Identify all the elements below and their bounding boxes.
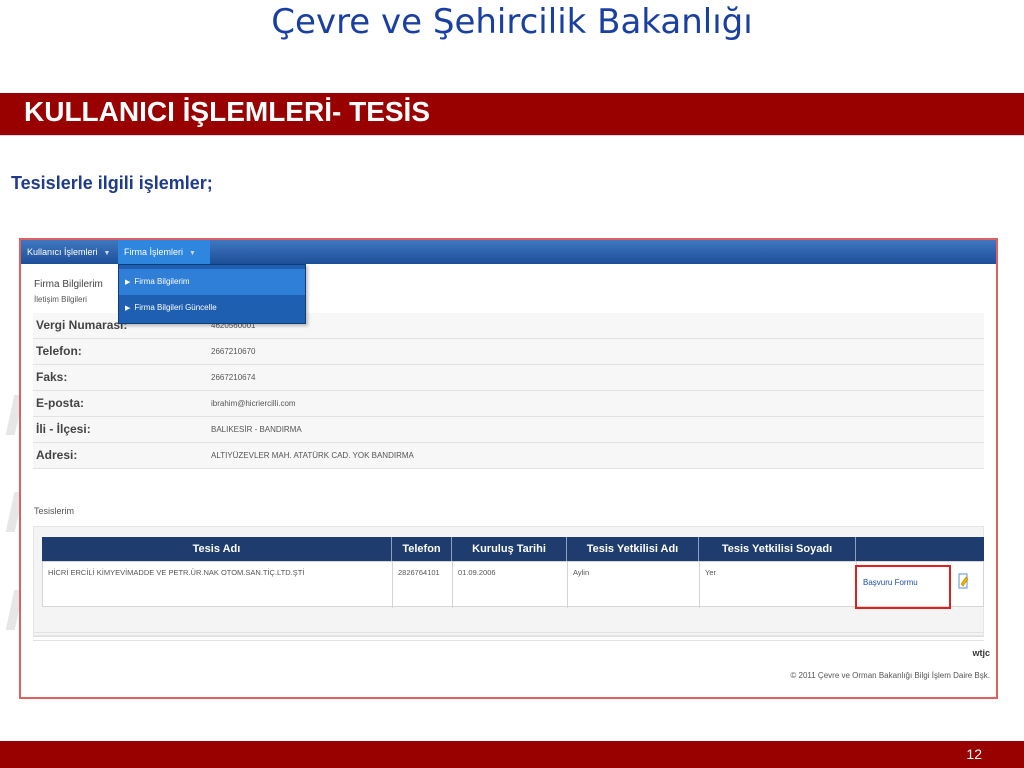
column-header: Telefon bbox=[392, 537, 452, 561]
divider bbox=[0, 135, 1024, 136]
info-row-province: İli - İlçesi: BALIKESİR - BANDIRMA bbox=[33, 417, 984, 443]
menu-item-label: Firma Bilgileri Güncelle bbox=[134, 303, 217, 312]
bottom-band: 12 bbox=[0, 741, 1024, 768]
nav-menu-kullanici[interactable]: Kullanıcı İşlemleri ▼ bbox=[21, 240, 118, 264]
info-value: 2667210670 bbox=[211, 347, 256, 356]
cell-phone: 2826764101 bbox=[393, 562, 453, 608]
info-label: İli - İlçesi: bbox=[36, 422, 91, 436]
info-row-phone: Telefon: 2667210670 bbox=[33, 339, 984, 365]
info-row-email: E-posta: ibrahim@hicriercilli.com bbox=[33, 391, 984, 417]
column-header: Tesis Yetkilisi Soyadı bbox=[699, 537, 856, 561]
triangle-right-icon: ▶ bbox=[125, 279, 131, 286]
column-header: Kuruluş Tarihi bbox=[452, 537, 567, 561]
contact-subheading: İletişim Bilgileri bbox=[34, 295, 87, 304]
footer-brand: wtjc bbox=[972, 648, 990, 658]
info-label: Vergi Numarası: bbox=[36, 318, 128, 332]
column-header: Tesis Yetkilisi Adı bbox=[567, 537, 699, 561]
cell-contact-last: Yer bbox=[700, 562, 857, 608]
section-title: KULLANICI İŞLEMLERİ- TESİS bbox=[24, 96, 430, 127]
footer-copyright: © 2011 Çevre ve Orman Bakanlığı Bilgi İş… bbox=[790, 671, 990, 680]
menu-item-label: Firma Bilgilerim bbox=[134, 277, 190, 286]
triangle-right-icon: ▶ bbox=[125, 305, 131, 312]
form-edit-icon[interactable] bbox=[956, 572, 970, 590]
table-header: Tesis Adı Telefon Kuruluş Tarihi Tesis Y… bbox=[42, 537, 984, 561]
cell-contact-first: Aylin bbox=[568, 562, 700, 608]
info-label: E-posta: bbox=[36, 396, 84, 410]
firma-dropdown-menu: ▶ Firma Bilgilerim ▶ Firma Bilgileri Günce… bbox=[118, 264, 306, 324]
cell-facility-name: HİCRİ ERCİLİ KİMYEVİMADDE VE PETR.ÜR.NAK… bbox=[43, 562, 393, 608]
section-band: KULLANICI İŞLEMLERİ- TESİS bbox=[0, 93, 1024, 135]
table-row: HİCRİ ERCİLİ KİMYEVİMADDE VE PETR.ÜR.NAK… bbox=[42, 561, 984, 609]
menu-item-firma-guncelle[interactable]: ▶ Firma Bilgileri Güncelle bbox=[119, 295, 305, 321]
info-label: Telefon: bbox=[36, 344, 82, 358]
info-value: 2667210674 bbox=[211, 373, 256, 382]
divider bbox=[33, 632, 984, 633]
facilities-heading: Tesislerim bbox=[34, 506, 75, 516]
subtitle: Tesislerle ilgili işlemler; bbox=[11, 173, 213, 193]
info-row-fax: Faks: 2667210674 bbox=[33, 365, 984, 391]
nav-label: Kullanıcı İşlemleri bbox=[27, 247, 98, 257]
nav-label: Firma İşlemleri bbox=[124, 247, 184, 257]
info-value: ibrahim@hicriercilli.com bbox=[211, 399, 296, 408]
basvuru-formu-link[interactable]: Başvuru Formu bbox=[863, 578, 918, 587]
facilities-table: Tesis Adı Telefon Kuruluş Tarihi Tesis Y… bbox=[33, 526, 984, 636]
slide-title: Çevre ve Şehircilik Bakanlığı bbox=[271, 2, 753, 42]
info-row-address: Adresi: ALTIYÜZEVLER MAH. ATATÜRK CAD. Y… bbox=[33, 443, 984, 469]
nav-menu-firma[interactable]: Firma İşlemleri ▼ bbox=[118, 240, 210, 264]
info-value: BALIKESİR - BANDIRMA bbox=[211, 425, 302, 434]
cell-founded: 01.09.2006 bbox=[453, 562, 568, 608]
app-screenshot: Kullanıcı İşlemleri ▼ Firma İşlemleri ▼ Fi… bbox=[19, 238, 998, 699]
firm-heading: Firma Bilgilerim bbox=[34, 279, 103, 290]
info-label: Adresi: bbox=[36, 448, 78, 462]
column-header: Tesis Adı bbox=[42, 537, 392, 561]
column-header bbox=[856, 537, 984, 561]
menu-item-firma-bilgilerim[interactable]: ▶ Firma Bilgilerim bbox=[119, 269, 305, 295]
divider bbox=[33, 636, 984, 637]
caret-down-icon: ▼ bbox=[103, 250, 111, 257]
top-nav-bar: Kullanıcı İşlemleri ▼ Firma İşlemleri ▼ bbox=[21, 240, 996, 264]
info-label: Faks: bbox=[36, 370, 68, 384]
highlight-box: Başvuru Formu bbox=[855, 565, 951, 609]
page-number: 12 bbox=[966, 746, 982, 762]
divider bbox=[33, 640, 984, 641]
info-value: ALTIYÜZEVLER MAH. ATATÜRK CAD. YOK BANDI… bbox=[211, 451, 414, 460]
caret-down-icon: ▼ bbox=[189, 250, 196, 257]
